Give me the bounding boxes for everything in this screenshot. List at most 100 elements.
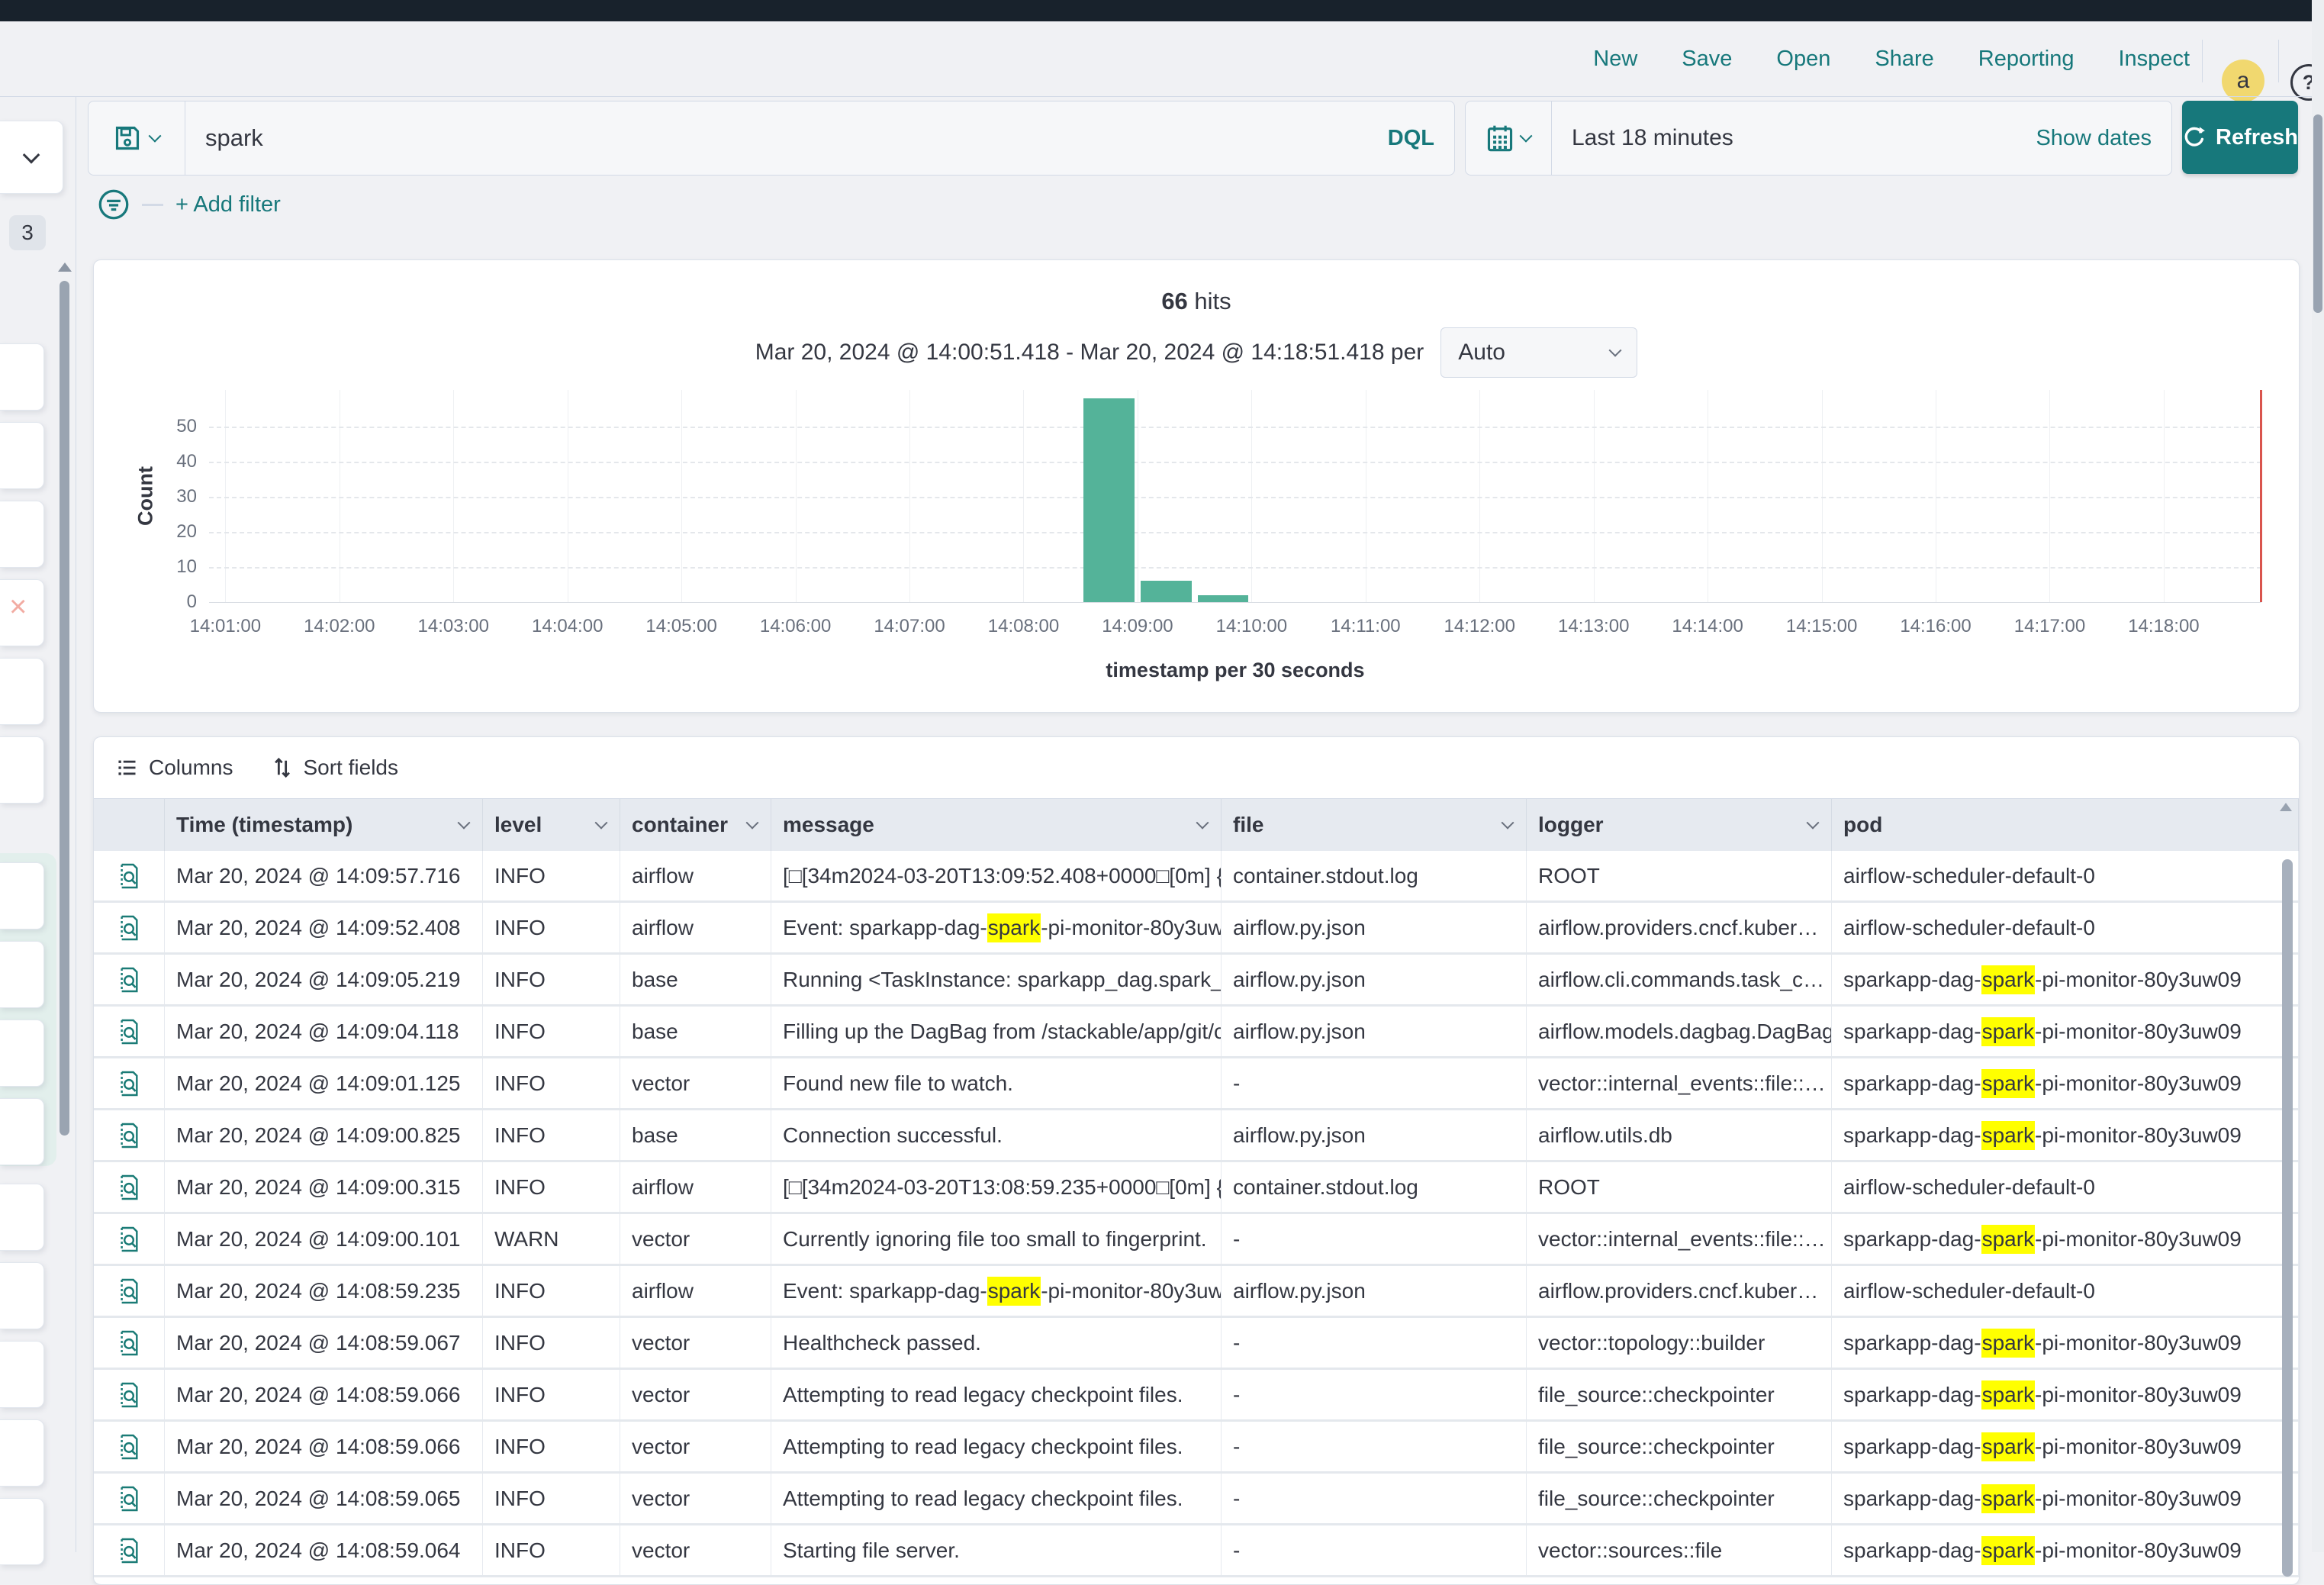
expand-document-button[interactable] (94, 851, 165, 900)
query-language-button[interactable]: DQL (1388, 126, 1454, 151)
columns-button[interactable]: Columns (117, 755, 233, 780)
top-nav-item-reporting[interactable]: Reporting (1978, 47, 2075, 72)
add-filter-button[interactable]: + Add filter (175, 192, 281, 217)
y-tick-label: 0 (187, 591, 197, 613)
expand-document-button[interactable] (94, 1058, 165, 1108)
cell-container: airflow (620, 1162, 771, 1212)
sidebar-field-item[interactable] (0, 422, 44, 489)
expand-document-button[interactable] (94, 955, 165, 1004)
y-axis-label: Count (134, 466, 157, 526)
sidebar-collapse-button[interactable] (0, 121, 63, 194)
inspect-document-icon (117, 1329, 140, 1357)
cell-file: - (1222, 1370, 1527, 1419)
sort-fields-button[interactable]: Sort fields (272, 755, 398, 780)
histogram-bar[interactable] (1083, 398, 1135, 602)
search-query-input[interactable]: spark (185, 124, 1388, 152)
cell-file: airflow.py.json (1222, 955, 1527, 1004)
inspect-document-icon (117, 914, 140, 942)
column-header-logger[interactable]: logger (1527, 799, 1832, 851)
cell-logger: airflow.providers.cncf.kuber… (1527, 1266, 1832, 1316)
expand-document-button[interactable] (94, 1110, 165, 1160)
expand-document-button[interactable] (94, 1162, 165, 1212)
search-highlight: spark (1981, 1536, 2035, 1565)
y-tick-label: 30 (176, 486, 197, 507)
expand-document-button[interactable] (94, 1525, 165, 1575)
column-header-level[interactable]: level (483, 799, 620, 851)
y-gridline (209, 462, 2261, 463)
y-tick-label: 20 (176, 521, 197, 543)
expand-document-button[interactable] (94, 1474, 165, 1523)
sidebar-field-item[interactable] (0, 1419, 44, 1487)
expand-document-button[interactable] (94, 1370, 165, 1419)
column-header-label: pod (1843, 813, 1882, 837)
cell-level: INFO (483, 1110, 620, 1160)
sidebar-field-item[interactable] (0, 1498, 44, 1565)
x-tick-label: 14:07:00 (874, 616, 945, 637)
table-row: Mar 20, 2024 @ 14:08:59.067INFOvectorHea… (94, 1318, 2299, 1370)
inspect-document-icon (117, 862, 140, 890)
sidebar-field-item[interactable] (0, 501, 44, 568)
top-nav-item-open[interactable]: Open (1776, 47, 1830, 72)
saved-query-menu-button[interactable] (89, 101, 185, 175)
sidebar-scrollbar[interactable] (60, 281, 69, 1136)
x-tick-label: 14:16:00 (1900, 616, 1971, 637)
filter-icon[interactable] (98, 188, 130, 221)
interval-select[interactable]: Auto (1440, 327, 1637, 378)
cell-pod: airflow-scheduler-default-0 (1832, 1266, 2299, 1316)
cell-file: - (1222, 1474, 1527, 1523)
cell-pod: airflow-scheduler-default-0 (1832, 851, 2299, 900)
column-header-pod[interactable]: pod (1832, 799, 2299, 851)
table-scrollbar[interactable] (2282, 859, 2293, 1577)
cell-container: vector (620, 1474, 771, 1523)
sidebar-field-item[interactable] (0, 1184, 44, 1251)
sidebar-field-item[interactable] (0, 736, 44, 804)
table-row: Mar 20, 2024 @ 14:08:59.235INFOairflowEv… (94, 1266, 2299, 1318)
cell-logger: vector::topology::builder (1527, 1318, 1832, 1368)
x-tick-label: 14:05:00 (645, 616, 716, 637)
table-scroll-up-arrow[interactable] (2280, 803, 2292, 811)
expand-document-button[interactable] (94, 1007, 165, 1056)
expand-document-button[interactable] (94, 903, 165, 952)
column-header-container[interactable]: container (620, 799, 771, 851)
x-tick-label: 14:13:00 (1558, 616, 1629, 637)
sidebar-field-item[interactable] (0, 862, 44, 929)
sidebar-field-item[interactable] (0, 658, 44, 725)
inspect-document-icon (117, 1537, 140, 1564)
table-toolbar: Columns Sort fields (94, 737, 2299, 798)
remove-field-icon[interactable]: × (9, 590, 27, 624)
top-nav-item-inspect[interactable]: Inspect (2119, 47, 2190, 72)
sidebar-field-item[interactable] (0, 941, 44, 1008)
show-dates-button[interactable]: Show dates (2036, 126, 2171, 151)
hits-line: 66 hits (94, 288, 2299, 315)
table-row: Mar 20, 2024 @ 14:09:52.408INFOairflowEv… (94, 903, 2299, 955)
table-row: Mar 20, 2024 @ 14:09:05.219INFObaseRunni… (94, 955, 2299, 1007)
cell-logger: ROOT (1527, 1162, 1832, 1212)
cell-pod: sparkapp-dag-spark-pi-monitor-80y3uw09 (1832, 1422, 2299, 1471)
sidebar-field-item[interactable] (0, 1098, 44, 1165)
sidebar-field-item[interactable] (0, 343, 44, 411)
sidebar-field-item[interactable] (0, 1341, 44, 1408)
date-picker-quick-menu-button[interactable] (1466, 101, 1552, 175)
sidebar-field-item[interactable] (0, 1020, 44, 1087)
expand-document-button[interactable] (94, 1318, 165, 1368)
refresh-button[interactable]: Refresh (2182, 101, 2298, 174)
sidebar-field-item[interactable] (0, 1262, 44, 1329)
column-header-message[interactable]: message (771, 799, 1222, 851)
expand-document-button[interactable] (94, 1422, 165, 1471)
columns-button-label: Columns (149, 755, 233, 780)
column-header-time[interactable]: Time (timestamp) (165, 799, 483, 851)
expand-document-button[interactable] (94, 1266, 165, 1316)
histogram-bar[interactable] (1141, 581, 1192, 602)
column-header-file[interactable]: file (1222, 799, 1527, 851)
selected-fields-count-badge: 3 (9, 215, 46, 250)
window-scrollbar-thumb[interactable] (2313, 114, 2322, 313)
expand-document-button[interactable] (94, 1214, 165, 1264)
top-nav-item-share[interactable]: Share (1875, 47, 1933, 72)
sidebar-scroll-up-arrow[interactable] (58, 263, 72, 272)
top-nav-item-new[interactable]: New (1593, 47, 1637, 72)
query-bar: spark DQL (88, 101, 1455, 176)
cell-container: vector (620, 1318, 771, 1368)
histogram-bar[interactable] (1198, 595, 1249, 602)
time-range-value[interactable]: Last 18 minutes (1552, 125, 2036, 151)
top-nav-item-save[interactable]: Save (1682, 47, 1732, 72)
